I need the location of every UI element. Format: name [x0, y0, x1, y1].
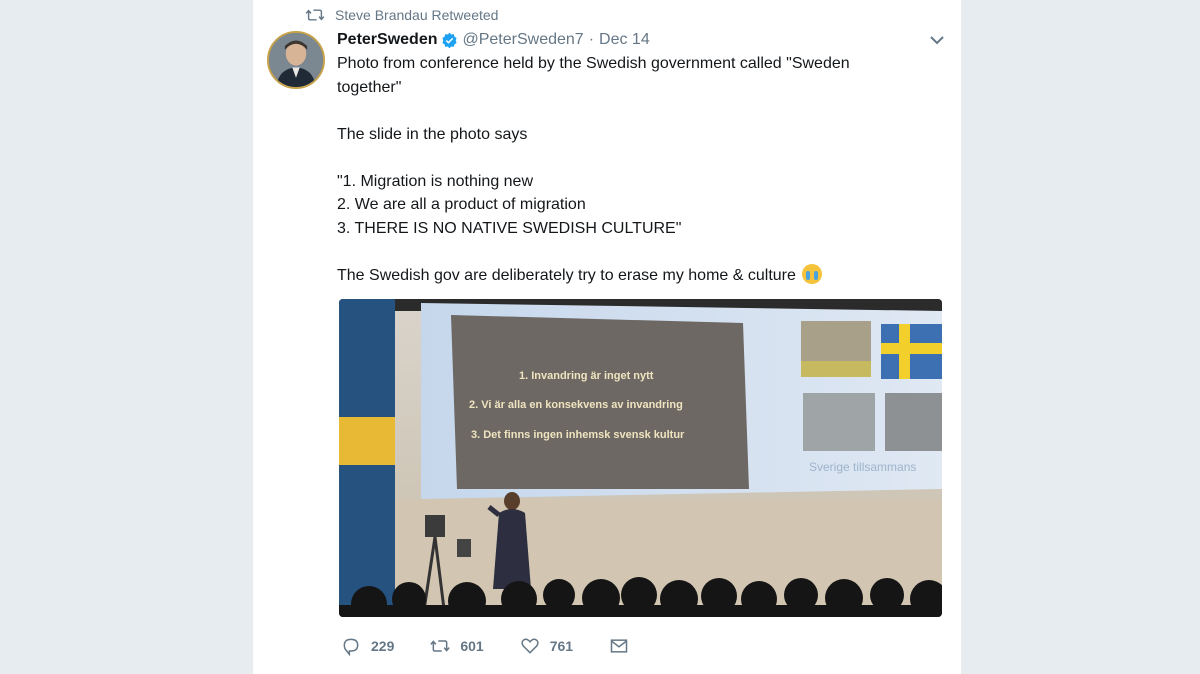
- slide-caption: Sverige tillsammans: [809, 460, 916, 474]
- tweet-text: Photo from conference held by the Swedis…: [337, 52, 917, 287]
- reply-count: 229: [371, 638, 395, 654]
- author-name[interactable]: PeterSweden: [337, 29, 437, 51]
- retweet-count: 601: [460, 638, 484, 654]
- avatar[interactable]: [267, 31, 325, 89]
- retweet-label[interactable]: Steve Brandau Retweeted: [335, 7, 498, 23]
- like-count: 761: [549, 638, 574, 654]
- reply-icon: [343, 638, 359, 656]
- reply-button[interactable]: 229: [341, 636, 394, 656]
- tweet-header: PeterSweden @PeterSweden7 · Dec 14: [337, 29, 941, 51]
- chevron-down-icon[interactable]: [929, 34, 945, 46]
- author-handle[interactable]: @PeterSweden7: [462, 29, 583, 51]
- verified-badge-icon: [442, 32, 458, 48]
- retweet-context: Steve Brandau Retweeted: [305, 7, 498, 23]
- tweet-card[interactable]: Steve Brandau Retweeted PeterSweden @Pet…: [253, 0, 961, 674]
- message-button[interactable]: [609, 636, 629, 656]
- tweet-actions: 229 601 761: [341, 636, 665, 656]
- slide-line-3: 3. Det finns ingen inhemsk svensk kultur: [471, 429, 685, 441]
- retweet-button[interactable]: 601: [430, 636, 484, 656]
- tweet-date[interactable]: Dec 14: [599, 29, 650, 51]
- heart-icon: [521, 638, 539, 654]
- separator: ·: [588, 31, 595, 48]
- envelope-icon: [610, 639, 628, 653]
- like-button[interactable]: 761: [520, 636, 573, 656]
- tweet-photo[interactable]: 1. Invandring är inget nytt 2. Vi är all…: [339, 299, 942, 617]
- tweet-text-content: Photo from conference held by the Swedis…: [337, 55, 850, 284]
- retweet-icon: [305, 9, 325, 21]
- slide-line-1: 1. Invandring är inget nytt: [519, 370, 654, 382]
- slide-line-2: 2. Vi är alla en konsekvens av invandrin…: [469, 399, 683, 411]
- retweet-icon: [430, 640, 451, 652]
- crying-face-emoji: [801, 263, 822, 284]
